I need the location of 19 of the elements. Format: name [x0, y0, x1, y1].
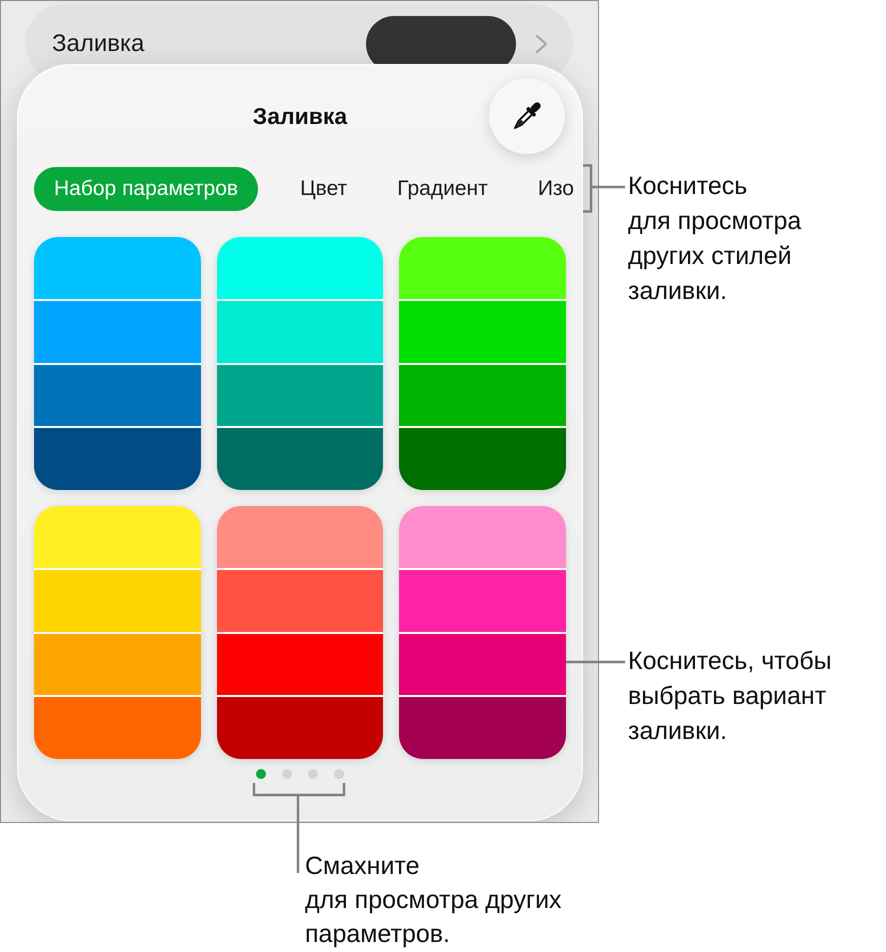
- preset-swatch[interactable]: [34, 506, 201, 759]
- preset-swatch[interactable]: [399, 237, 566, 490]
- preset-swatch[interactable]: [34, 237, 201, 490]
- preset-swatch[interactable]: [216, 506, 384, 759]
- callout-text: Коснитесь для просмотра других стилей заливки.: [628, 171, 802, 307]
- callout-text: Смахните для просмотра других параметров.: [305, 851, 562, 950]
- fill-style-tab[interactable]: Градиент: [389, 167, 496, 211]
- fill-style-tab[interactable]: Изо: [530, 167, 582, 211]
- eyedropper-icon: [512, 101, 542, 131]
- chevron-right-icon: [535, 34, 548, 54]
- page-dot-icon[interactable]: [334, 769, 344, 779]
- preset-swatch[interactable]: [399, 506, 566, 759]
- popover-title: Заливка: [252, 102, 348, 130]
- preset-swatch[interactable]: [216, 237, 384, 490]
- fill-style-tab[interactable]: Цвет: [292, 167, 356, 211]
- callout-text: Коснитесь, чтобы выбрать вариант заливки.: [628, 646, 832, 747]
- page-dot-icon[interactable]: [256, 769, 266, 779]
- page-dot-icon[interactable]: [282, 769, 292, 779]
- page-dot-icon[interactable]: [308, 769, 318, 779]
